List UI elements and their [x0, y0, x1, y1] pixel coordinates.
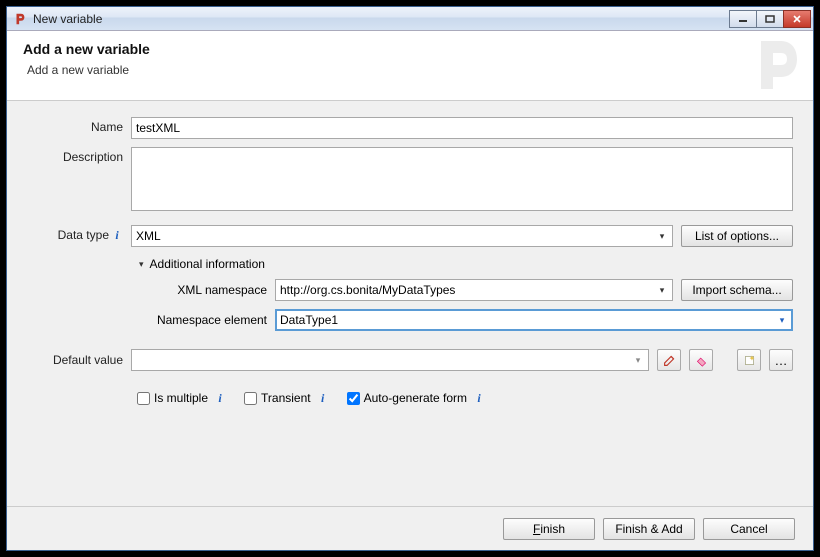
info-icon: i: [214, 392, 226, 404]
description-input[interactable]: [131, 147, 793, 211]
autogenerate-form-checkbox[interactable]: Auto-generate form i: [347, 391, 485, 405]
chevron-down-icon: ▾: [654, 282, 670, 298]
dialog-footer: Finish Finish & Add Cancel: [7, 506, 813, 550]
dialog-subtitle: Add a new variable: [27, 63, 797, 77]
chevron-down-icon: ▾: [654, 228, 670, 244]
xml-namespace-label: XML namespace: [135, 283, 267, 297]
more-button[interactable]: …: [769, 349, 793, 371]
info-icon: i: [473, 392, 485, 404]
finish-and-add-button[interactable]: Finish & Add: [603, 518, 695, 540]
chevron-down-icon: ▾: [774, 312, 790, 328]
additional-info-expander[interactable]: ▾ Additional information: [139, 257, 793, 271]
additional-info-label: Additional information: [150, 257, 265, 271]
expand-triangle-icon: ▾: [139, 259, 144, 270]
wizard-button[interactable]: [737, 349, 761, 371]
namespace-element-label: Namespace element: [135, 313, 267, 327]
titlebar: New variable: [7, 7, 813, 31]
form-area: Name Description Data typei XML ▾ List o…: [7, 101, 813, 417]
namespace-element-select[interactable]: DataType1 ▾: [275, 309, 793, 331]
info-icon: i: [317, 392, 329, 404]
maximize-button[interactable]: [756, 10, 784, 28]
dialog-window: New variable Add a new variable Add a ne…: [6, 6, 814, 551]
finish-button[interactable]: Finish: [503, 518, 595, 540]
dialog-title: Add a new variable: [23, 41, 797, 57]
chevron-down-icon: ▾: [630, 352, 646, 368]
name-label: Name: [27, 117, 123, 134]
import-schema-button[interactable]: Import schema...: [681, 279, 793, 301]
info-icon: i: [111, 229, 123, 241]
app-icon: [13, 12, 27, 26]
cancel-button[interactable]: Cancel: [703, 518, 795, 540]
datatype-select[interactable]: XML ▾: [131, 225, 673, 247]
header-band: Add a new variable Add a new variable: [7, 31, 813, 101]
close-button[interactable]: [783, 10, 811, 28]
description-label: Description: [27, 147, 123, 164]
default-value-select[interactable]: ▾: [131, 349, 649, 371]
transient-checkbox[interactable]: Transient i: [244, 391, 329, 405]
minimize-button[interactable]: [729, 10, 757, 28]
clear-expression-button[interactable]: [689, 349, 713, 371]
edit-expression-button[interactable]: [657, 349, 681, 371]
watermark-icon: [741, 33, 805, 97]
list-of-options-button[interactable]: List of options...: [681, 225, 793, 247]
window-title: New variable: [33, 12, 723, 26]
name-input[interactable]: [131, 117, 793, 139]
default-value-label: Default value: [27, 353, 123, 367]
xml-namespace-select[interactable]: http://org.cs.bonita/MyDataTypes ▾: [275, 279, 673, 301]
window-controls: [729, 10, 811, 28]
datatype-label: Data typei: [27, 225, 123, 242]
is-multiple-checkbox[interactable]: Is multiple i: [137, 391, 226, 405]
